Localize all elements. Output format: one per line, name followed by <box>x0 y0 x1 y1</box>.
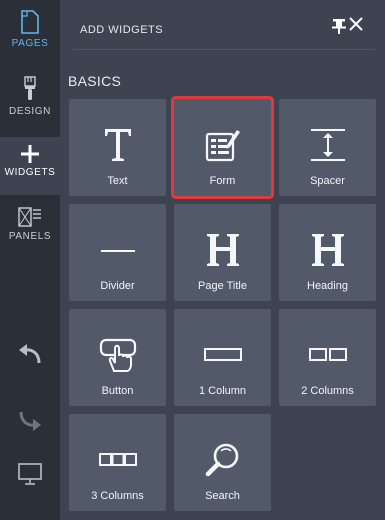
pin-button[interactable] <box>332 18 346 39</box>
plus-icon <box>21 145 39 163</box>
rail-label-pages: PAGES <box>11 38 49 49</box>
button-icon <box>69 331 166 379</box>
widget-button[interactable]: Button <box>69 309 166 406</box>
rail-item-widgets[interactable]: WIDGETS <box>0 137 60 195</box>
left-rail: PAGES DESIGN WIDGETS PANELS <box>0 0 60 520</box>
undo-icon <box>18 343 42 365</box>
widget-3-columns[interactable]: 3 Columns <box>69 414 166 511</box>
pin-icon <box>332 19 346 34</box>
one-column-icon <box>174 331 271 379</box>
widget-1-column[interactable]: 1 Column <box>174 309 271 406</box>
widget-heading[interactable]: Heading <box>279 204 376 301</box>
add-widgets-panel: ADD WIDGETS BASICS Text Form Spacer Divi… <box>60 0 385 520</box>
rail-label-panels: PANELS <box>8 231 52 242</box>
close-button[interactable] <box>349 17 363 36</box>
rail-label-widgets: WIDGETS <box>4 167 56 178</box>
divider-icon <box>69 226 166 274</box>
widget-label: 3 Columns <box>91 490 144 502</box>
text-icon <box>69 121 166 169</box>
desktop-icon <box>18 463 42 485</box>
rail-item-pages[interactable]: PAGES <box>0 10 60 62</box>
redo-icon <box>18 410 42 432</box>
widget-divider[interactable]: Divider <box>69 204 166 301</box>
redo-button[interactable] <box>0 410 60 438</box>
paintbrush-icon <box>23 76 37 102</box>
widget-text[interactable]: Text <box>69 99 166 196</box>
widget-label: Spacer <box>310 175 345 187</box>
widget-page-title[interactable]: Page Title <box>174 204 271 301</box>
pages-icon <box>21 10 39 34</box>
rail-label-design: DESIGN <box>9 106 51 117</box>
widget-label: Divider <box>100 280 135 292</box>
widget-label: Heading <box>307 280 348 292</box>
search-icon <box>174 436 271 484</box>
close-icon <box>349 17 363 31</box>
widget-label: 1 Column <box>198 385 247 397</box>
rail-item-design[interactable]: DESIGN <box>0 76 60 128</box>
three-columns-icon <box>69 436 166 484</box>
widget-label: Button <box>101 385 134 397</box>
panel-title: ADD WIDGETS <box>80 24 164 36</box>
widget-spacer[interactable]: Spacer <box>279 99 376 196</box>
widget-label: Text <box>107 175 128 187</box>
heading-icon <box>279 226 376 274</box>
section-heading-basics: BASICS <box>68 73 122 89</box>
desktop-preview-button[interactable] <box>0 463 60 491</box>
widget-label: Form <box>209 175 236 187</box>
undo-button[interactable] <box>0 343 60 371</box>
widget-form[interactable]: Form <box>174 99 271 196</box>
two-columns-icon <box>279 331 376 379</box>
widget-label: Search <box>205 490 240 502</box>
page-title-icon <box>174 226 271 274</box>
widget-2-columns[interactable]: 2 Columns <box>279 309 376 406</box>
spacer-icon <box>279 121 376 169</box>
panels-icon <box>18 207 42 227</box>
widget-label: Page Title <box>198 280 247 292</box>
rail-item-panels[interactable]: PANELS <box>0 207 60 259</box>
widget-label: 2 Columns <box>301 385 354 397</box>
widget-search[interactable]: Search <box>174 414 271 511</box>
form-icon <box>174 121 271 169</box>
header-divider <box>73 49 375 50</box>
